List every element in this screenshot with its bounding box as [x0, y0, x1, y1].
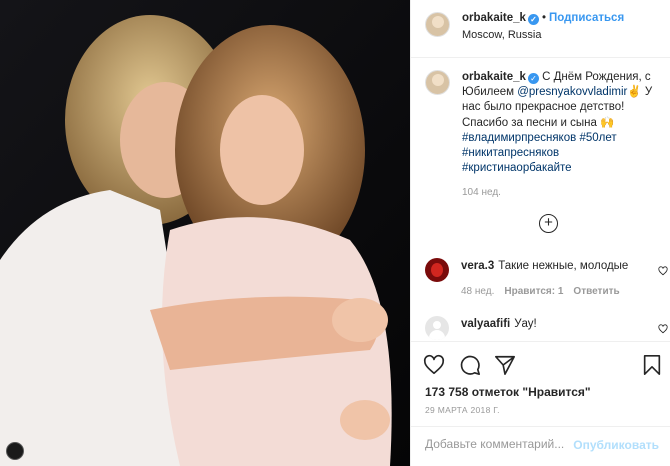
- author-username[interactable]: orbakaite_k: [462, 12, 526, 24]
- comment-timestamp[interactable]: 48 нед.: [461, 286, 494, 297]
- load-more-comments-button[interactable]: +: [539, 214, 558, 233]
- post-actions: 173 758 отметок "Нравится" 29 МАРТА 2018…: [411, 341, 670, 466]
- hashtag-link[interactable]: #кристинаорбакайте: [462, 162, 572, 174]
- post-photo[interactable]: [0, 0, 410, 466]
- location-link[interactable]: Moscow, Russia: [462, 29, 541, 41]
- post-side-panel: orbakaite_k ✓ • Подписаться Moscow, Russia …: [410, 0, 670, 466]
- hashtag-link[interactable]: #50лет: [579, 132, 616, 144]
- comment-meta: 48 нед. Нравится: 1 Ответить: [461, 286, 670, 297]
- caption-verified-badge-icon: ✓: [527, 73, 539, 84]
- hashtag-link[interactable]: #владимирпресняков: [462, 132, 576, 144]
- comment-likes-count[interactable]: Нравится: 1: [504, 286, 563, 297]
- heart-icon[interactable]: [423, 354, 445, 376]
- post-header: orbakaite_k ✓ • Подписаться Moscow, Russia: [411, 0, 670, 58]
- separator-dot: •: [541, 12, 546, 24]
- post-date[interactable]: 29 МАРТА 2018 Г.: [425, 405, 500, 415]
- comment-text: vera.3 Такие нежные, молодые: [461, 258, 670, 274]
- commenter-avatar[interactable]: [425, 316, 449, 340]
- likes-count[interactable]: 173 758 отметок "Нравится": [425, 385, 591, 399]
- publish-button[interactable]: Опубликовать: [573, 438, 659, 452]
- author-avatar[interactable]: [425, 12, 450, 37]
- post-caption: orbakaite_k ✓ С Днём Рождения, с Юбилеем …: [425, 70, 665, 198]
- comment-like-heart-icon[interactable]: [658, 266, 668, 276]
- comment-body: Уау!: [514, 318, 537, 330]
- hashtag-link[interactable]: #никитапресняков: [462, 147, 559, 159]
- user-tag-icon[interactable]: [6, 442, 24, 460]
- caption-timestamp[interactable]: 104 нед.: [462, 187, 665, 198]
- comment-reply-button[interactable]: Ответить: [573, 286, 619, 297]
- comment-like-heart-icon[interactable]: [658, 324, 668, 334]
- comment-text: valyaafifi Уау!: [461, 316, 670, 332]
- add-comment-bar: Опубликовать: [411, 426, 670, 466]
- author-line: orbakaite_k ✓ • Подписаться: [462, 12, 624, 25]
- caption-text: orbakaite_k ✓ С Днём Рождения, с Юбилеем …: [462, 70, 665, 176]
- verified-badge-icon: ✓: [527, 14, 539, 25]
- photo-illustration: [0, 0, 410, 466]
- comment-input[interactable]: [425, 437, 585, 451]
- commenter-avatar[interactable]: [425, 258, 449, 282]
- caption-mention-link[interactable]: @presnyakovvladimir: [517, 86, 627, 98]
- paper-plane-icon[interactable]: [494, 354, 516, 376]
- speech-bubble-icon[interactable]: [459, 354, 481, 376]
- caption-author-username[interactable]: orbakaite_k: [462, 71, 526, 83]
- bookmark-icon[interactable]: [641, 354, 663, 376]
- comment-item: vera.3 Такие нежные, молодые 48 нед. Нрави…: [425, 258, 670, 297]
- commenter-username[interactable]: valyaafifi: [461, 318, 510, 330]
- comment-body: Такие нежные, молодые: [498, 260, 629, 272]
- comment-item: valyaafifi Уау!: [425, 316, 670, 340]
- caption-author-avatar[interactable]: [425, 70, 450, 95]
- follow-button[interactable]: Подписаться: [549, 12, 624, 24]
- commenter-username[interactable]: vera.3: [461, 260, 494, 272]
